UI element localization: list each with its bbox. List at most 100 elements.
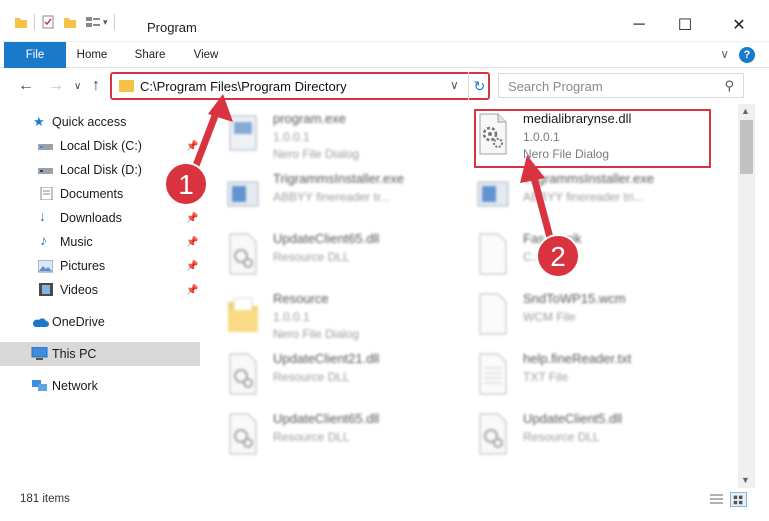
- scroll-down-icon[interactable]: ▼: [741, 475, 750, 485]
- file-item[interactable]: UpdateClient21.dll Resource DLL: [206, 346, 456, 404]
- sidebar-item-pictures[interactable]: Pictures 📌: [0, 254, 200, 278]
- window-title: Program: [147, 20, 197, 35]
- file-detail: ABBYY finereader tr...: [273, 190, 391, 204]
- star-icon: ★: [33, 114, 45, 129]
- file-detail: Resource DLL: [273, 430, 350, 444]
- forward-arrow-icon[interactable]: →: [48, 77, 64, 95]
- file-detail: Nero File Dialog: [273, 147, 360, 161]
- status-bar: 181 items: [0, 488, 769, 521]
- address-bar[interactable]: C:\Program Files\Program Directory ∨ ↻: [110, 72, 490, 100]
- folder-icon: [228, 297, 258, 332]
- sidebar-item-music[interactable]: ♪ Music 📌: [0, 230, 200, 254]
- sidebar-item-label: Network: [52, 379, 98, 393]
- file-detail: Resource DLL: [273, 370, 350, 384]
- up-arrow-icon[interactable]: ↑: [92, 77, 100, 95]
- expand-ribbon-icon[interactable]: ∨: [720, 47, 729, 61]
- scrollbar-thumb[interactable]: [740, 120, 753, 174]
- sidebar-item-local-disk-c[interactable]: Local Disk (C:) 📌: [0, 134, 200, 158]
- file-name: TrigrammsInstaller.exe: [523, 171, 654, 186]
- sidebar-item-downloads[interactable]: ↓ Downloads 📌: [0, 206, 200, 230]
- file-name: SndToWP15.wcm: [523, 291, 626, 306]
- dll-icon: [229, 353, 257, 395]
- exe-icon: [229, 115, 257, 151]
- file-item[interactable]: program.exe 1.0.0.1 Nero File Dialog: [206, 106, 456, 164]
- file-item[interactable]: SndToWP15.wcm WCM File: [456, 286, 706, 344]
- sidebar-item-videos[interactable]: Videos 📌: [0, 278, 200, 302]
- vertical-scrollbar[interactable]: ▲ ▼: [738, 104, 755, 488]
- drive-icon: [38, 144, 53, 150]
- sidebar-item-onedrive[interactable]: OneDrive: [0, 310, 200, 334]
- tiles-view-icon[interactable]: [730, 492, 747, 507]
- file-item[interactable]: Resource 1.0.0.1 Nero File Dialog: [206, 286, 456, 344]
- file-name: UpdateClient65.dll: [273, 231, 380, 246]
- file-item[interactable]: TrigrammsInstaller.exe ABBYY finereader …: [206, 166, 456, 224]
- file-item[interactable]: TrigrammsInstaller.exe ABBYY finereader …: [456, 166, 706, 224]
- chevron-down-icon[interactable]: ∨: [450, 78, 459, 92]
- pin-icon[interactable]: 📌: [186, 141, 198, 152]
- navigation-pane: ★ Quick access Local Disk (C:) 📌 Local D…: [0, 104, 206, 478]
- file-detail: 1.0.0.1: [273, 310, 310, 324]
- pin-icon[interactable]: 📌: [186, 285, 198, 296]
- ribbon-tabs: File Home Share View ∨ ?: [0, 42, 769, 100]
- item-count: 181 items: [20, 493, 70, 505]
- file-item[interactable]: Fas...s.cjk C...: [456, 226, 706, 284]
- recent-locations-icon[interactable]: ∨: [74, 81, 81, 92]
- sidebar-item-documents[interactable]: Documents: [0, 182, 200, 206]
- downloads-icon: ↓: [39, 208, 46, 224]
- sidebar-item-label: Documents: [60, 187, 124, 201]
- minimize-button[interactable]: ─: [616, 10, 662, 40]
- sidebar-item-label: Pictures: [60, 259, 106, 273]
- pin-icon[interactable]: 📌: [186, 213, 198, 224]
- sidebar-item-this-pc[interactable]: This PC: [0, 342, 200, 366]
- properties-icon[interactable]: [41, 15, 55, 29]
- sidebar-item-network[interactable]: Network: [0, 374, 200, 398]
- file-name: help.fineReader.txt: [523, 351, 632, 366]
- divider: [34, 14, 35, 30]
- file-detail: ABBYY finereader tri...: [523, 190, 644, 204]
- view-options-icon[interactable]: [85, 15, 101, 29]
- file-name: Fas...s.cjk: [523, 231, 582, 246]
- quick-access-toolbar: ▾: [14, 14, 121, 30]
- file-item[interactable]: UpdateClient5.dll Resource DLL: [456, 406, 706, 464]
- dll-icon: [229, 413, 257, 455]
- address-row: ← → ∨ ↑ C:\Program Files\Program Directo…: [0, 68, 769, 104]
- dll-icon: [229, 233, 257, 275]
- videos-icon: [39, 283, 53, 296]
- tab-share[interactable]: Share: [128, 42, 172, 68]
- pictures-icon: [38, 260, 53, 273]
- new-folder-icon[interactable]: [63, 15, 77, 29]
- pin-icon[interactable]: 📌: [186, 261, 198, 272]
- folder-icon[interactable]: [14, 15, 28, 29]
- pin-icon[interactable]: 📌: [186, 237, 198, 248]
- computer-icon: [31, 347, 48, 360]
- sidebar-item-label: Downloads: [60, 211, 122, 225]
- tab-view[interactable]: View: [184, 42, 228, 68]
- network-icon: [32, 380, 47, 391]
- scroll-up-icon[interactable]: ▲: [741, 106, 750, 116]
- maximize-button[interactable]: ☐: [662, 10, 708, 40]
- details-view-icon[interactable]: [708, 492, 725, 507]
- documents-icon: [40, 187, 53, 200]
- file-item[interactable]: UpdateClient65.dll Resource DLL: [206, 226, 456, 284]
- refresh-icon[interactable]: ↻: [468, 72, 490, 100]
- file-item[interactable]: help.fineReader.txt TXT File: [456, 346, 706, 404]
- file-name: TrigrammsInstaller.exe: [273, 171, 404, 186]
- back-arrow-icon[interactable]: ←: [18, 77, 34, 95]
- text-file-icon: [479, 353, 507, 395]
- sidebar-item-quick-access[interactable]: ★ Quick access: [0, 110, 200, 134]
- tab-home[interactable]: Home: [70, 42, 114, 68]
- search-input[interactable]: Search Program ⚲: [498, 73, 744, 98]
- close-button[interactable]: ✕: [716, 10, 762, 40]
- file-name: UpdateClient5.dll: [523, 411, 623, 426]
- address-path[interactable]: C:\Program Files\Program Directory: [140, 79, 347, 94]
- sidebar-item-label: Local Disk (D:): [60, 163, 142, 177]
- sidebar-item-local-disk-d[interactable]: Local Disk (D:): [0, 158, 200, 182]
- installer-icon: [477, 181, 509, 207]
- help-button[interactable]: ?: [739, 47, 755, 63]
- file-item[interactable]: UpdateClient65.dll Resource DLL: [206, 406, 456, 464]
- chevron-down-icon[interactable]: ▾: [103, 17, 108, 28]
- title-bar: ▾ Program ─ ☐ ✕: [0, 0, 769, 42]
- file-detail: Resource DLL: [273, 250, 350, 264]
- search-icon[interactable]: ⚲: [724, 78, 734, 94]
- highlight-box: [474, 109, 711, 168]
